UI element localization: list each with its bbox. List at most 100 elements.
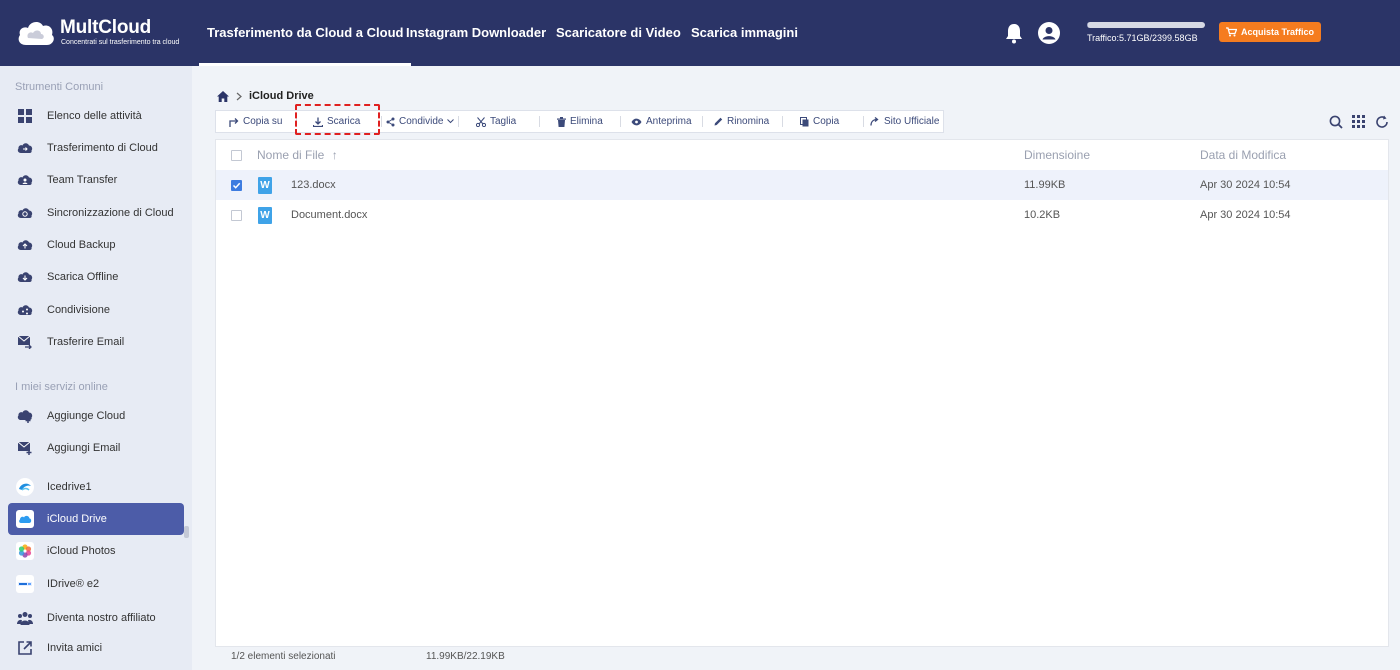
word-icon: W [258, 207, 272, 224]
download-highlight-box [295, 104, 380, 135]
row-checkbox[interactable] [231, 210, 242, 221]
share-button[interactable]: Condivide [386, 111, 455, 132]
table-row[interactable]: W 123.docx 11.99KB Apr 30 2024 10:54 [216, 170, 1388, 200]
grid-view-icon[interactable] [1352, 115, 1365, 128]
refresh-icon[interactable] [1375, 115, 1389, 129]
icloud-drive-icon [16, 510, 34, 528]
file-size: 10.2KB [1024, 209, 1061, 221]
sidebar-item-email-transfer[interactable]: Trasferire Email [8, 326, 184, 358]
delete-label: Elimina [570, 116, 603, 127]
sidebar-item-cloud-backup[interactable]: Cloud Backup [8, 229, 184, 261]
sidebar-item-cloud-transfer[interactable]: Trasferimento di Cloud [8, 132, 184, 164]
brand-name: MultCloud [60, 17, 152, 38]
share-icon [386, 117, 395, 126]
sidebar-item-add-email[interactable]: Aggiungi Email [8, 432, 184, 464]
file-date: Apr 30 2024 10:54 [1200, 209, 1291, 221]
home-icon[interactable] [217, 90, 229, 102]
team-transfer-icon [16, 171, 34, 189]
file-list-panel: Nome di File ↑ Dimensioine Data di Modif… [215, 139, 1389, 647]
column-name[interactable]: Nome di File ↑ [257, 140, 338, 170]
word-icon: W [258, 177, 272, 194]
cloud-backup-icon [16, 236, 34, 254]
select-all-checkbox[interactable] [231, 150, 242, 161]
buy-traffic-button[interactable]: Acquista Traffico [1219, 22, 1321, 42]
sidebar-item-offline-download[interactable]: Scarica Offline [8, 261, 184, 293]
sidebar-item-idrive-e2[interactable]: IDrive® e2 [8, 568, 184, 600]
affiliate-icon [16, 609, 34, 627]
sidebar-item-task-list[interactable]: Elenco delle attività [8, 100, 184, 132]
preview-button[interactable]: Anteprima [631, 111, 692, 132]
row-checkbox[interactable] [231, 180, 242, 191]
chevron-down-icon [447, 119, 455, 124]
column-name-label: Nome di File [257, 148, 325, 162]
sidebar-item-label: Condivisione [47, 304, 110, 316]
traffic-progress-bar [1087, 22, 1205, 28]
file-name[interactable]: 123.docx [291, 170, 336, 200]
user-icon[interactable] [1038, 22, 1060, 44]
column-date[interactable]: Data di Modifica [1200, 140, 1286, 170]
icloud-photos-icon [16, 542, 34, 560]
sidebar-item-label: iCloud Drive [47, 513, 107, 525]
breadcrumb-current[interactable]: iCloud Drive [249, 90, 314, 102]
official-site-label: Sito Ufficiale [884, 116, 940, 127]
sidebar-item-label: Trasferire Email [47, 336, 125, 348]
top-bar: MultCloud Concentrati sul trasferimento … [0, 0, 1400, 66]
cut-button[interactable]: Taglia [476, 111, 516, 132]
nav-cloud-transfer[interactable]: Trasferimento da Cloud a Cloud [198, 0, 412, 66]
sidebar-item-sharing[interactable]: Condivisione [8, 294, 184, 326]
file-size: 11.99KB [1024, 179, 1066, 191]
search-icon[interactable] [1329, 115, 1343, 129]
sort-arrow-up-icon: ↑ [331, 148, 338, 162]
section-common-tools: Strumenti Comuni [15, 81, 104, 93]
sidebar: Strumenti Comuni Elenco delle attività T… [0, 66, 192, 670]
bell-icon[interactable] [1004, 22, 1024, 44]
sidebar-scrollbar[interactable] [184, 526, 189, 538]
copy-to-label: Copia su [243, 116, 283, 127]
icedrive-icon [16, 478, 34, 496]
column-size[interactable]: Dimensioine [1024, 140, 1090, 170]
email-transfer-icon [16, 333, 34, 351]
breadcrumb: iCloud Drive [217, 90, 314, 102]
rename-label: Rinomina [727, 116, 770, 127]
add-cloud-icon [16, 407, 34, 425]
nav-video-downloader[interactable]: Scaricatore di Video [556, 0, 681, 66]
copy-to-button[interactable]: Copia su [229, 111, 282, 132]
sidebar-item-team-transfer[interactable]: Team Transfer [8, 164, 184, 196]
toolbar-divider [381, 116, 382, 127]
cut-label: Taglia [490, 116, 517, 127]
section-my-services: I miei servizi online [15, 381, 108, 393]
nav-image-downloader[interactable]: Scarica immagini [691, 0, 798, 66]
sidebar-item-label: Elenco delle attività [47, 110, 142, 122]
eye-icon [631, 118, 642, 125]
sidebar-item-icloud-photos[interactable]: iCloud Photos [8, 535, 184, 567]
cloud-sync-icon [16, 204, 34, 222]
sidebar-item-label: Cloud Backup [47, 239, 116, 251]
nav-instagram-downloader[interactable]: Instagram Downloader [406, 0, 546, 66]
sidebar-item-icedrive[interactable]: Icedrive1 [8, 471, 184, 503]
copy-icon [800, 116, 809, 126]
sidebar-item-affiliate[interactable]: Diventa nostro affiliato [8, 602, 184, 634]
sidebar-item-label: Aggiunge Cloud [47, 410, 126, 422]
sidebar-item-icloud-drive[interactable]: iCloud Drive [8, 503, 184, 535]
official-site-button[interactable]: Sito Ufficiale [870, 111, 939, 132]
copy-button[interactable]: Copia [800, 111, 839, 132]
buy-traffic-label: Acquista Traffico [1240, 27, 1314, 37]
copy-to-icon [229, 117, 239, 127]
logo[interactable]: MultCloud Concentrati sul trasferimento … [16, 16, 206, 52]
delete-button[interactable]: Elimina [557, 111, 603, 132]
table-row[interactable]: W Document.docx 10.2KB Apr 30 2024 10:54 [216, 200, 1388, 230]
sidebar-item-label: Diventa nostro affiliato [47, 612, 156, 624]
sidebar-item-cloud-sync[interactable]: Sincronizzazione di Cloud [8, 197, 184, 229]
sidebar-item-add-cloud[interactable]: Aggiunge Cloud [8, 400, 184, 432]
cloud-logo-icon [18, 22, 54, 45]
check-icon [232, 182, 241, 189]
sidebar-item-invite-friends[interactable]: Invita amici [8, 632, 184, 664]
scissors-icon [476, 116, 486, 127]
rename-button[interactable]: Rinomina [714, 111, 769, 132]
share-icon [16, 301, 34, 319]
chevron-right-icon [236, 92, 242, 100]
file-name[interactable]: Document.docx [291, 200, 367, 230]
copy-label: Copia [813, 116, 840, 127]
traffic-progress-fill [1087, 22, 1089, 28]
sidebar-item-label: iCloud Photos [47, 545, 116, 557]
